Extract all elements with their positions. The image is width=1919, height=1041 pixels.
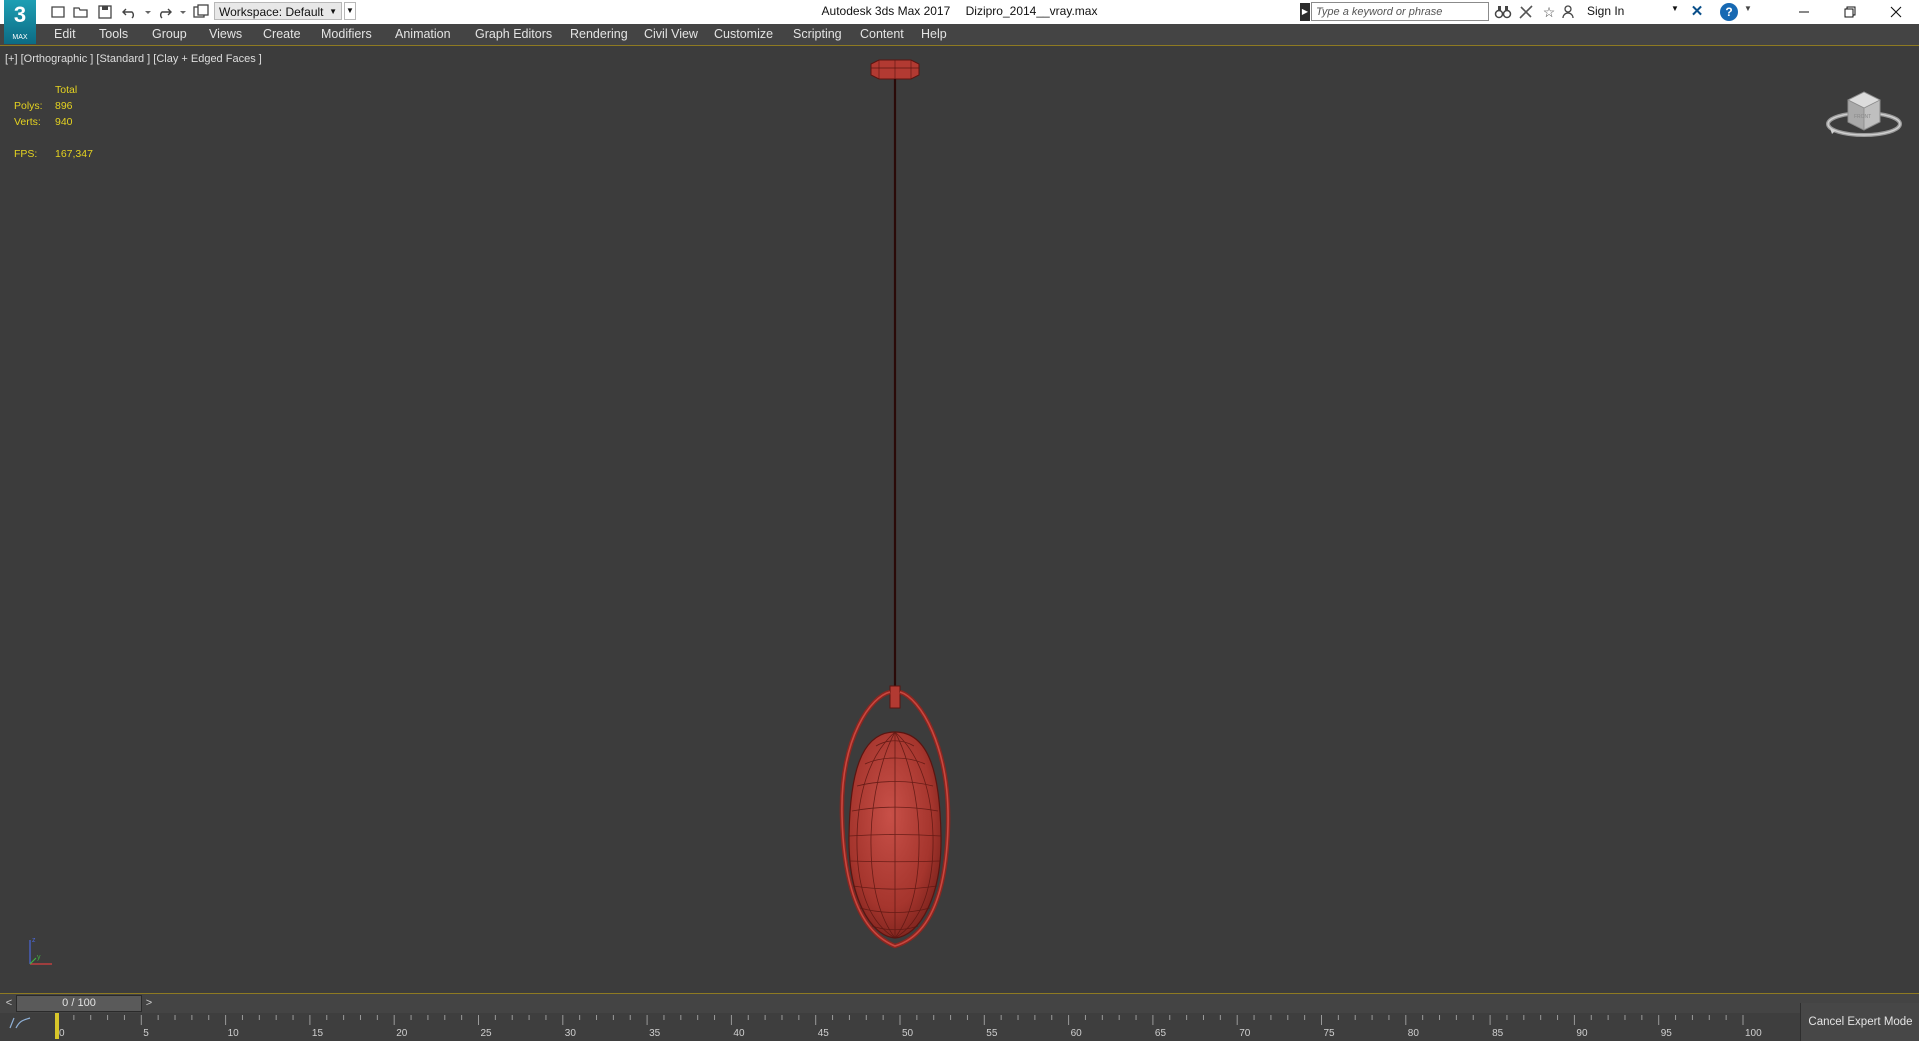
frame-tick-label: 85 [1492,1028,1504,1039]
stats-fps-value: 167,347 [55,148,93,160]
track-bar[interactable]: 0 5 10 15 20 25 30 35 40 45 50 55 60 65 70 75 80 85 90 95 10… [0,1013,1800,1041]
frame-ruler[interactable]: 0 5 10 15 20 25 30 35 40 45 50 55 60 65 70 75 80 85 90 95 10… [0,1013,1800,1041]
frame-tick-label: 25 [481,1028,493,1039]
menu-item-modifiers[interactable]: Modifiers [321,24,372,45]
frame-tick-label: 65 [1155,1028,1167,1039]
frame-tick-label: 45 [818,1028,830,1039]
restore-button[interactable] [1827,0,1873,24]
lamp-canopy [870,59,920,80]
sign-in-chevron-icon[interactable]: ▼ [1671,4,1679,13]
frame-tick-label: 30 [565,1028,577,1039]
frame-tick-label: 15 [312,1028,324,1039]
menu-item-graph-editors[interactable]: Graph Editors [475,24,552,45]
menu-item-scripting[interactable]: Scripting [793,24,842,45]
time-slider[interactable]: < 0 / 100 > [0,994,1919,1013]
workspace-dropdown[interactable]: Workspace: Default ▼ [214,2,342,20]
stats-verts-value: 940 [55,116,73,128]
svg-text:y: y [37,954,41,961]
autodesk-exchange-icon[interactable]: ✕ [1688,3,1706,21]
app-logo-text: 3 [13,2,27,27]
previous-frame-button[interactable]: < [2,996,16,1011]
viewport-label-menu[interactable]: [+] [Orthographic ] [Standard ] [Clay + … [5,53,262,65]
menu-item-civil-view[interactable]: Civil View [644,24,698,45]
viewcube[interactable]: FRONT [1824,78,1904,140]
frame-tick-label: 75 [1324,1028,1336,1039]
title-bar: 3 MAX Workspace: Default ▼ ▼ Autodesk 3d… [0,0,1919,44]
redo-icon[interactable] [155,3,173,21]
frame-tick-label: 5 [143,1028,149,1039]
stats-fps-label: FPS: [14,148,38,160]
next-frame-button[interactable]: > [142,996,156,1011]
chevron-down-icon: ▼ [329,7,337,16]
file-name: Dizipro_2014__vray.max [965,4,1098,18]
frame-tick-label: 60 [1071,1028,1083,1039]
workspace-label: Workspace: Default [219,5,324,19]
svg-text:z: z [32,937,36,944]
favorites-star-icon[interactable]: ☆ [1540,3,1558,21]
menu-item-customize[interactable]: Customize [714,24,773,45]
axis-tripod-icon: z y [29,937,52,965]
undo-dropdown-icon[interactable] [139,3,151,21]
frame-tick-label: 55 [986,1028,998,1039]
app-logo-button[interactable]: 3 MAX [4,0,36,44]
frame-tick-label: 0 [59,1028,65,1039]
stats-verts-label: Verts: [14,116,41,128]
menu-bar: Edit Tools Group Views Create Modifiers … [0,24,1919,46]
stats-header: Total [55,84,78,96]
viewport-orthographic[interactable]: [+] [Orthographic ] [Standard ] [Clay + … [0,46,1919,993]
menu-item-create[interactable]: Create [263,24,301,45]
user-icon [1562,3,1574,21]
cancel-expert-mode-button[interactable]: Cancel Expert Mode [1800,1003,1919,1041]
app-title: Autodesk 3ds Max 2017 [821,4,951,18]
menu-item-group[interactable]: Group [152,24,187,45]
frame-tick-label: 35 [649,1028,661,1039]
frame-tick-label: 50 [902,1028,914,1039]
current-frame-marker[interactable] [55,1013,59,1039]
lamp-socket [889,685,901,709]
frame-tick-label: 95 [1661,1028,1673,1039]
pendant-lamp-model[interactable] [839,56,951,956]
undo-icon[interactable] [121,3,139,21]
menu-item-tools[interactable]: Tools [99,24,128,45]
viewcube-face-label: FRONT [1854,114,1871,120]
search-input[interactable] [1311,2,1489,21]
frame-tick-label: 20 [396,1028,408,1039]
frame-tick-label: 80 [1408,1028,1420,1039]
time-slider-thumb[interactable]: 0 / 100 [16,995,142,1012]
app-logo-subtext: MAX [12,34,28,41]
menu-item-content[interactable]: Content [860,24,904,45]
frame-tick-label: 100 [1745,1028,1762,1039]
menu-item-views[interactable]: Views [209,24,242,45]
stats-polys-label: Polys: [14,100,43,112]
redo-dropdown-icon[interactable] [174,3,186,21]
close-button[interactable] [1873,0,1919,24]
open-file-icon[interactable] [72,3,90,21]
frame-tick-label: 70 [1239,1028,1251,1039]
frame-tick-label: 90 [1576,1028,1588,1039]
menu-item-rendering[interactable]: Rendering [570,24,628,45]
help-chevron-icon[interactable]: ▼ [1744,4,1752,13]
sign-in-button[interactable]: Sign In [1587,4,1624,18]
frame-tick-label: 10 [228,1028,240,1039]
menu-item-help[interactable]: Help [921,24,947,45]
binoculars-icon[interactable] [1494,3,1512,21]
menu-item-edit[interactable]: Edit [54,24,76,45]
frame-tick-label: 40 [733,1028,745,1039]
minimize-button[interactable] [1781,0,1827,24]
help-button[interactable]: ? [1720,3,1738,21]
communication-center-icon[interactable] [1517,3,1535,21]
lamp-shade [848,731,942,939]
menu-item-animation[interactable]: Animation [395,24,451,45]
stats-polys-value: 896 [55,100,73,112]
workspace-menu-button[interactable]: ▼ [344,2,356,20]
project-folder-icon[interactable] [192,3,210,21]
new-file-icon[interactable] [49,3,67,21]
search-expand-icon[interactable]: ▶ [1300,3,1310,21]
save-file-icon[interactable] [96,3,114,21]
mini-curve-editor-icon[interactable] [8,1016,32,1030]
